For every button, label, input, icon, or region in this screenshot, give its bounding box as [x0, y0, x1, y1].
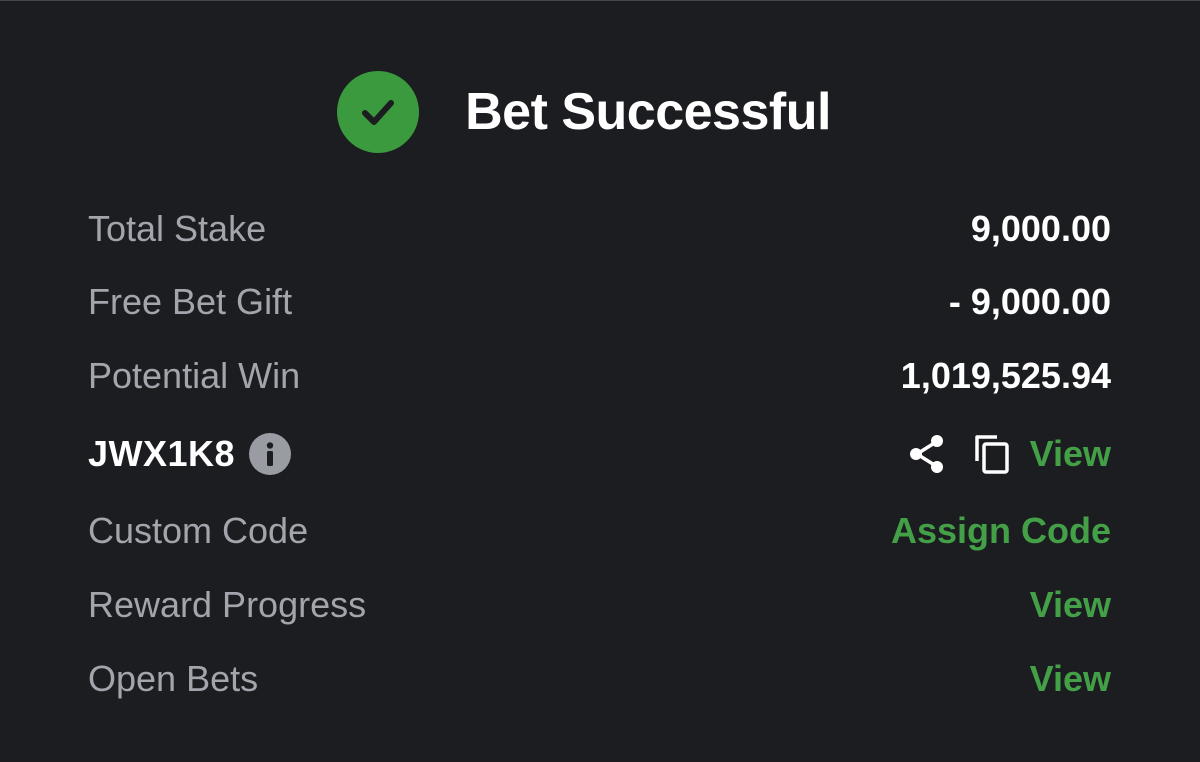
free-bet-gift-value: - 9,000.00 [948, 281, 1111, 322]
reward-progress-label: Reward Progress [88, 584, 367, 625]
custom-code-row: Custom Code Assign Code [88, 503, 1111, 559]
reward-progress-row: Reward Progress View [88, 577, 1111, 633]
copy-icon[interactable] [972, 432, 1012, 476]
share-icon[interactable] [906, 432, 948, 476]
open-bets-row: Open Bets View [88, 651, 1111, 707]
potential-win-row: Potential Win 1,019,525.94 [88, 348, 1111, 404]
reward-progress-view-link[interactable]: View [1030, 584, 1111, 626]
booking-code-group: JWX1K8 [88, 433, 292, 475]
header: Bet Successful [0, 71, 1200, 153]
total-stake-row: Total Stake 9,000.00 [88, 201, 1111, 257]
potential-win-label: Potential Win [88, 355, 301, 396]
open-bets-view-link[interactable]: View [1030, 658, 1111, 700]
bet-confirmation-panel: Bet Successful Total Stake 9,000.00 Free… [0, 0, 1200, 762]
potential-win-value: 1,019,525.94 [900, 355, 1111, 396]
page-title: Bet Successful [465, 83, 831, 141]
custom-code-label: Custom Code [88, 510, 309, 551]
total-stake-label: Total Stake [88, 208, 267, 249]
view-booking-link[interactable]: View [1030, 433, 1111, 475]
check-circle-icon [337, 71, 420, 153]
total-stake-value: 9,000.00 [970, 208, 1111, 249]
assign-code-link[interactable]: Assign Code [891, 510, 1111, 552]
booking-actions: View [906, 432, 1111, 476]
info-icon[interactable] [249, 433, 292, 475]
open-bets-label: Open Bets [88, 658, 259, 699]
free-bet-gift-label: Free Bet Gift [88, 281, 293, 322]
booking-code: JWX1K8 [88, 433, 236, 474]
free-bet-gift-row: Free Bet Gift - 9,000.00 [88, 274, 1111, 330]
booking-code-row: JWX1K8 View [88, 426, 1111, 482]
